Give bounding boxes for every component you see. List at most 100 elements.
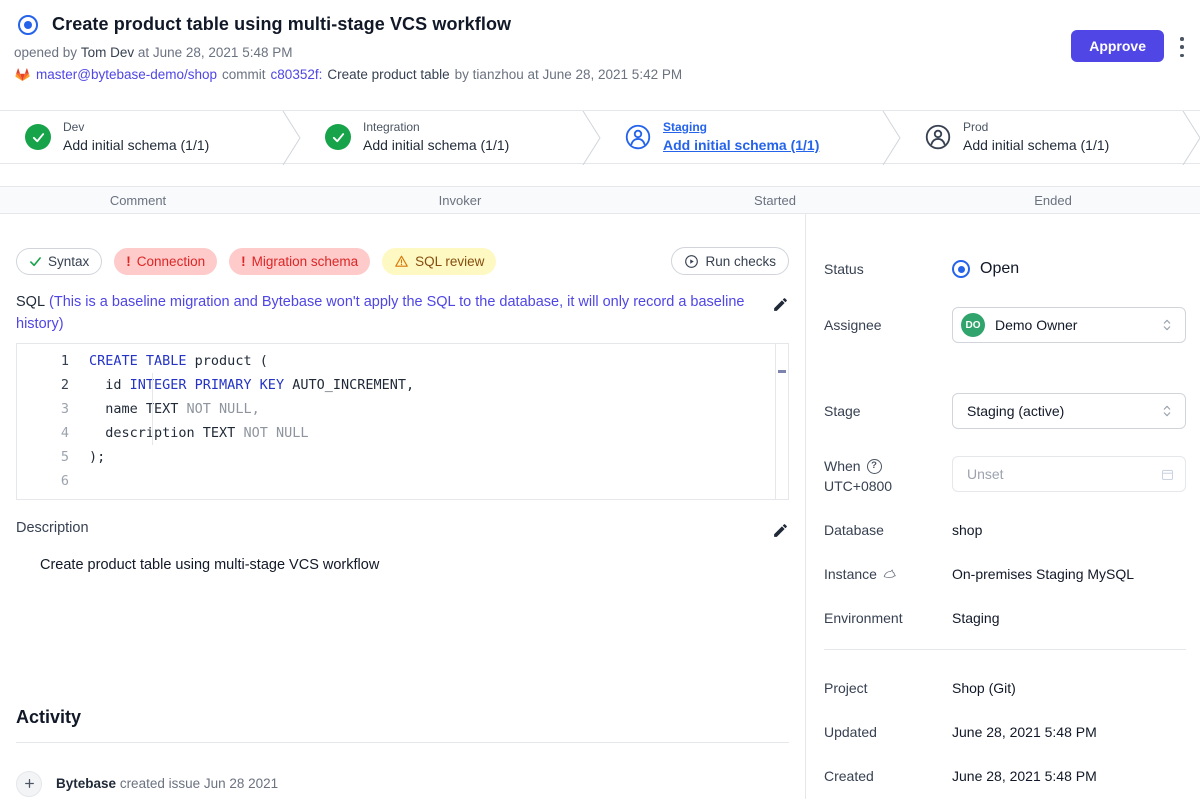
kebab-menu-icon[interactable] bbox=[1174, 36, 1190, 58]
stage-dev[interactable]: Dev Add initial schema (1/1) bbox=[0, 111, 300, 163]
stage-name: Staging bbox=[663, 120, 819, 135]
commit-meta: by tianzhou at June 28, 2021 5:42 PM bbox=[455, 67, 682, 82]
stage-name: Prod bbox=[963, 120, 1109, 135]
stage-pending-user-icon bbox=[925, 124, 951, 150]
activity-author: Bytebase bbox=[56, 776, 116, 791]
issue-page: Create product table using multi-stage V… bbox=[0, 0, 1200, 800]
instance-label: Instance bbox=[824, 566, 877, 582]
warning-triangle-icon bbox=[394, 254, 409, 269]
stage-done-check-icon bbox=[25, 124, 51, 150]
mysql-dolphin-icon bbox=[882, 567, 897, 582]
stage-task: Add initial schema (1/1) bbox=[363, 137, 509, 155]
description-body[interactable]: Create product table using multi-stage V… bbox=[16, 557, 789, 577]
check-icon bbox=[29, 255, 42, 268]
run-checks-label: Run checks bbox=[705, 254, 776, 269]
badge-label: Connection bbox=[137, 254, 205, 269]
instance-row: Instance On-premises Staging MySQL bbox=[824, 564, 1186, 584]
stage-chevron-separator bbox=[282, 111, 302, 165]
check-badge-connection[interactable]: ! Connection bbox=[114, 248, 217, 275]
description-heading-row: Description bbox=[16, 518, 789, 539]
status-label: Status bbox=[824, 261, 952, 277]
project-label: Project bbox=[824, 680, 952, 696]
task-table-header: Comment Invoker Started Ended bbox=[0, 186, 1200, 214]
instance-value[interactable]: On-premises Staging MySQL bbox=[952, 566, 1134, 582]
project-value[interactable]: Shop (Git) bbox=[952, 680, 1016, 696]
edit-sql-pencil-icon[interactable] bbox=[772, 296, 789, 313]
stage-name: Integration bbox=[363, 120, 509, 135]
when-datetime-input-wrap bbox=[952, 456, 1186, 492]
status-row: Status Open bbox=[824, 256, 1186, 282]
code-line: ); bbox=[89, 445, 788, 469]
sql-code-editor[interactable]: 1 2 3 4 5 6 CREATE TABLE product ( id IN… bbox=[16, 343, 789, 500]
check-badge-syntax[interactable]: Syntax bbox=[16, 248, 102, 275]
sql-section-heading: SQL (This is a baseline migration and By… bbox=[16, 292, 789, 336]
issue-header: Create product table using multi-stage V… bbox=[0, 0, 1200, 110]
stage-task: Add initial schema (1/1) bbox=[963, 137, 1109, 155]
run-checks-button[interactable]: Run checks bbox=[671, 247, 789, 275]
edit-description-pencil-icon[interactable] bbox=[772, 522, 789, 539]
page-title: Create product table using multi-stage V… bbox=[52, 14, 511, 35]
stage-row: Stage Staging (active) bbox=[824, 393, 1186, 429]
stage-done-check-icon bbox=[325, 124, 351, 150]
database-row: Database shop bbox=[824, 520, 1186, 540]
stage-name: Dev bbox=[63, 120, 209, 135]
play-circle-icon bbox=[684, 254, 699, 269]
commit-hash-link[interactable]: c80352f: bbox=[271, 67, 323, 82]
editor-scrollbar[interactable] bbox=[775, 344, 788, 499]
sidebar-divider bbox=[824, 649, 1186, 650]
commit-word: commit bbox=[222, 67, 266, 82]
stage-pending-user-icon bbox=[625, 124, 651, 150]
checks-row: Syntax ! Connection ! Migration schema bbox=[16, 247, 789, 275]
code-line: name TEXT NOT NULL, bbox=[89, 397, 788, 421]
environment-value[interactable]: Staging bbox=[952, 610, 999, 626]
when-timezone: UTC+0800 bbox=[824, 476, 952, 496]
help-icon[interactable]: ? bbox=[867, 459, 882, 474]
updated-value: June 28, 2021 5:48 PM bbox=[952, 724, 1097, 740]
description-heading: Description bbox=[16, 520, 89, 536]
stage-staging[interactable]: Staging Add initial schema (1/1) bbox=[600, 111, 900, 163]
column-header-started: Started bbox=[644, 193, 906, 208]
environment-label: Environment bbox=[824, 610, 952, 626]
repo-branch-link[interactable]: master@bytebase-demo/shop bbox=[36, 67, 217, 82]
badge-label: SQL review bbox=[415, 254, 484, 269]
when-datetime-input[interactable] bbox=[967, 466, 1160, 482]
activity-action: created issue Jun 28 2021 bbox=[120, 776, 278, 791]
column-header-ended: Ended bbox=[906, 193, 1200, 208]
code-line: id INTEGER PRIMARY KEY AUTO_INCREMENT, bbox=[89, 373, 788, 397]
approve-button[interactable]: Approve bbox=[1071, 30, 1164, 62]
code-line: CREATE TABLE product ( bbox=[89, 349, 788, 373]
updated-row: Updated June 28, 2021 5:48 PM bbox=[824, 722, 1186, 742]
assignee-value: Demo Owner bbox=[995, 317, 1149, 333]
chevron-up-down-icon bbox=[1159, 403, 1175, 419]
check-badge-sql-review[interactable]: SQL review bbox=[382, 248, 496, 275]
stage-chevron-separator bbox=[1182, 111, 1200, 165]
sql-label: SQL bbox=[16, 294, 45, 310]
commit-line: master@bytebase-demo/shop commit c80352f… bbox=[14, 66, 1186, 83]
assignee-select[interactable]: DO Demo Owner bbox=[952, 307, 1186, 343]
commit-message: Create product table bbox=[327, 67, 449, 82]
check-badge-migration-schema[interactable]: ! Migration schema bbox=[229, 248, 370, 275]
created-value: June 28, 2021 5:48 PM bbox=[952, 768, 1097, 784]
column-header-comment: Comment bbox=[0, 193, 276, 208]
issue-sidebar: Status Open Assignee DO Demo Owner bbox=[805, 214, 1200, 799]
sql-baseline-note: (This is a baseline migration and Byteba… bbox=[16, 294, 744, 332]
stage-integration[interactable]: Integration Add initial schema (1/1) bbox=[300, 111, 600, 163]
project-row: Project Shop (Git) bbox=[824, 678, 1186, 698]
activity-item: Bytebase created issue Jun 28 2021 bbox=[16, 771, 789, 797]
editor-code-area: CREATE TABLE product ( id INTEGER PRIMAR… bbox=[79, 344, 788, 499]
status-open-icon bbox=[952, 260, 970, 278]
stage-label: Stage bbox=[824, 403, 952, 419]
environment-row: Environment Staging bbox=[824, 608, 1186, 628]
stage-prod[interactable]: Prod Add initial schema (1/1) bbox=[900, 111, 1200, 163]
plus-icon bbox=[16, 771, 42, 797]
error-exclamation-icon: ! bbox=[241, 254, 246, 269]
when-row: When ? UTC+0800 bbox=[824, 456, 1186, 498]
indent-guide bbox=[152, 373, 153, 445]
database-value[interactable]: shop bbox=[952, 522, 982, 538]
stage-select[interactable]: Staging (active) bbox=[952, 393, 1186, 429]
stage-task: Add initial schema (1/1) bbox=[63, 137, 209, 155]
activity-divider bbox=[16, 742, 789, 743]
code-line bbox=[89, 469, 788, 493]
stage-value: Staging (active) bbox=[967, 403, 1149, 419]
stage-chevron-separator bbox=[582, 111, 602, 165]
